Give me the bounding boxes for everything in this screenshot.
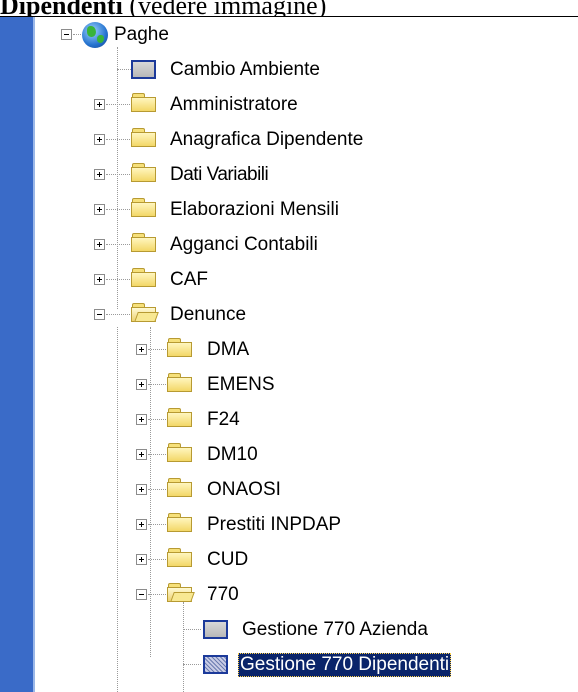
tree-connector bbox=[106, 104, 130, 106]
folder-icon bbox=[131, 93, 157, 113]
window-icon bbox=[131, 60, 156, 79]
tree-window: Paghe Cambio Ambiente Amministratore Ana… bbox=[0, 16, 578, 692]
tree-label[interactable]: CAF bbox=[168, 268, 210, 292]
expand-icon[interactable] bbox=[136, 554, 147, 565]
tree-connector bbox=[106, 244, 130, 246]
folder-icon bbox=[167, 373, 193, 393]
folder-icon bbox=[167, 513, 193, 533]
tree-label[interactable]: Dati Variabili bbox=[168, 163, 270, 187]
tree-node-agganci[interactable]: Agganci Contabili bbox=[0, 230, 420, 264]
expand-icon[interactable] bbox=[136, 414, 147, 425]
tree-node-770[interactable]: 770 bbox=[0, 580, 420, 614]
window-icon bbox=[203, 655, 228, 674]
tree-node-amministratore[interactable]: Amministratore bbox=[0, 90, 420, 124]
expand-icon[interactable] bbox=[94, 169, 105, 180]
expand-icon[interactable] bbox=[94, 99, 105, 110]
tree-node-caf[interactable]: CAF bbox=[0, 265, 420, 299]
folder-icon bbox=[131, 268, 157, 288]
tree-connector bbox=[106, 139, 130, 141]
tree-node-paghe[interactable]: Paghe bbox=[0, 20, 300, 54]
tree-label[interactable]: Elaborazioni Mensili bbox=[168, 198, 341, 222]
tree-node-denunce[interactable]: Denunce bbox=[0, 300, 420, 334]
tree-connector bbox=[148, 524, 166, 526]
tree-node-anagrafica[interactable]: Anagrafica Dipendente bbox=[0, 125, 460, 159]
tree-connector bbox=[148, 489, 166, 491]
tree-node-dati-variabili[interactable]: Dati Variabili bbox=[0, 160, 420, 194]
tree-label[interactable]: Amministratore bbox=[168, 93, 300, 117]
tree-view[interactable]: Paghe Cambio Ambiente Amministratore Ana… bbox=[0, 17, 578, 692]
tree-node-dm10[interactable]: DM10 bbox=[0, 440, 420, 474]
tree-node-cud[interactable]: CUD bbox=[0, 545, 420, 579]
folder-icon bbox=[131, 198, 157, 218]
folder-icon bbox=[167, 478, 193, 498]
collapse-icon[interactable] bbox=[94, 309, 105, 320]
globe-icon bbox=[82, 22, 108, 48]
tree-connector bbox=[183, 664, 201, 666]
expand-icon[interactable] bbox=[94, 134, 105, 145]
tree-label[interactable]: CUD bbox=[205, 548, 250, 572]
tree-label[interactable]: DMA bbox=[205, 338, 251, 362]
tree-connector bbox=[148, 454, 166, 456]
tree-node-gestione-770-dipendenti[interactable]: Gestione 770 Dipendenti bbox=[0, 650, 540, 684]
tree-label[interactable]: Anagrafica Dipendente bbox=[168, 128, 365, 152]
tree-connector bbox=[73, 34, 81, 36]
tree-label[interactable]: EMENS bbox=[205, 373, 277, 397]
tree-connector bbox=[117, 69, 131, 71]
tree-node-emens[interactable]: EMENS bbox=[0, 370, 420, 404]
tree-label[interactable]: ONAOSI bbox=[205, 478, 283, 502]
expand-icon[interactable] bbox=[136, 344, 147, 355]
folder-icon bbox=[167, 548, 193, 568]
tree-node-dma[interactable]: DMA bbox=[0, 335, 420, 369]
tree-connector bbox=[183, 629, 201, 631]
expand-icon[interactable] bbox=[136, 379, 147, 390]
folder-open-icon bbox=[131, 303, 159, 323]
tree-label-selected[interactable]: Gestione 770 Dipendenti bbox=[238, 653, 452, 677]
tree-label[interactable]: Cambio Ambiente bbox=[168, 58, 322, 82]
tree-label[interactable]: F24 bbox=[205, 408, 242, 432]
folder-icon bbox=[131, 163, 157, 183]
folder-icon bbox=[167, 408, 193, 428]
tree-label[interactable]: Denunce bbox=[168, 303, 248, 327]
tree-label[interactable]: Prestiti INPDAP bbox=[205, 513, 343, 537]
tree-connector bbox=[148, 594, 166, 596]
tree-label[interactable]: Gestione 770 Azienda bbox=[240, 618, 430, 642]
expand-icon[interactable] bbox=[94, 274, 105, 285]
tree-node-f24[interactable]: F24 bbox=[0, 405, 420, 439]
tree-label[interactable]: DM10 bbox=[205, 443, 260, 467]
tree-label-paghe[interactable]: Paghe bbox=[112, 23, 171, 47]
tree-connector bbox=[148, 419, 166, 421]
tree-node-cambio-ambiente[interactable]: Cambio Ambiente bbox=[0, 55, 420, 89]
tree-connector bbox=[106, 279, 130, 281]
folder-icon bbox=[131, 233, 157, 253]
tree-node-prestiti-inpdap[interactable]: Prestiti INPDAP bbox=[0, 510, 420, 544]
folder-icon bbox=[167, 443, 193, 463]
collapse-icon[interactable] bbox=[61, 29, 72, 40]
tree-label[interactable]: Agganci Contabili bbox=[168, 233, 320, 257]
expand-icon[interactable] bbox=[136, 519, 147, 530]
folder-open-icon bbox=[167, 583, 195, 603]
tree-label[interactable]: 770 bbox=[205, 583, 241, 607]
expand-icon[interactable] bbox=[94, 239, 105, 250]
tree-node-onaosi[interactable]: ONAOSI bbox=[0, 475, 420, 509]
folder-icon bbox=[131, 128, 157, 148]
expand-icon[interactable] bbox=[136, 484, 147, 495]
window-icon bbox=[203, 620, 228, 639]
tree-connector bbox=[148, 349, 166, 351]
tree-connector bbox=[106, 174, 130, 176]
tree-connector bbox=[148, 384, 166, 386]
folder-icon bbox=[167, 338, 193, 358]
expand-icon[interactable] bbox=[136, 449, 147, 460]
expand-icon[interactable] bbox=[94, 204, 105, 215]
tree-node-gestione-770-azienda[interactable]: Gestione 770 Azienda bbox=[0, 615, 520, 649]
tree-node-elaborazioni[interactable]: Elaborazioni Mensili bbox=[0, 195, 420, 229]
tree-connector bbox=[148, 559, 166, 561]
tree-connector bbox=[106, 209, 130, 211]
collapse-icon[interactable] bbox=[136, 589, 147, 600]
tree-connector bbox=[106, 314, 130, 316]
